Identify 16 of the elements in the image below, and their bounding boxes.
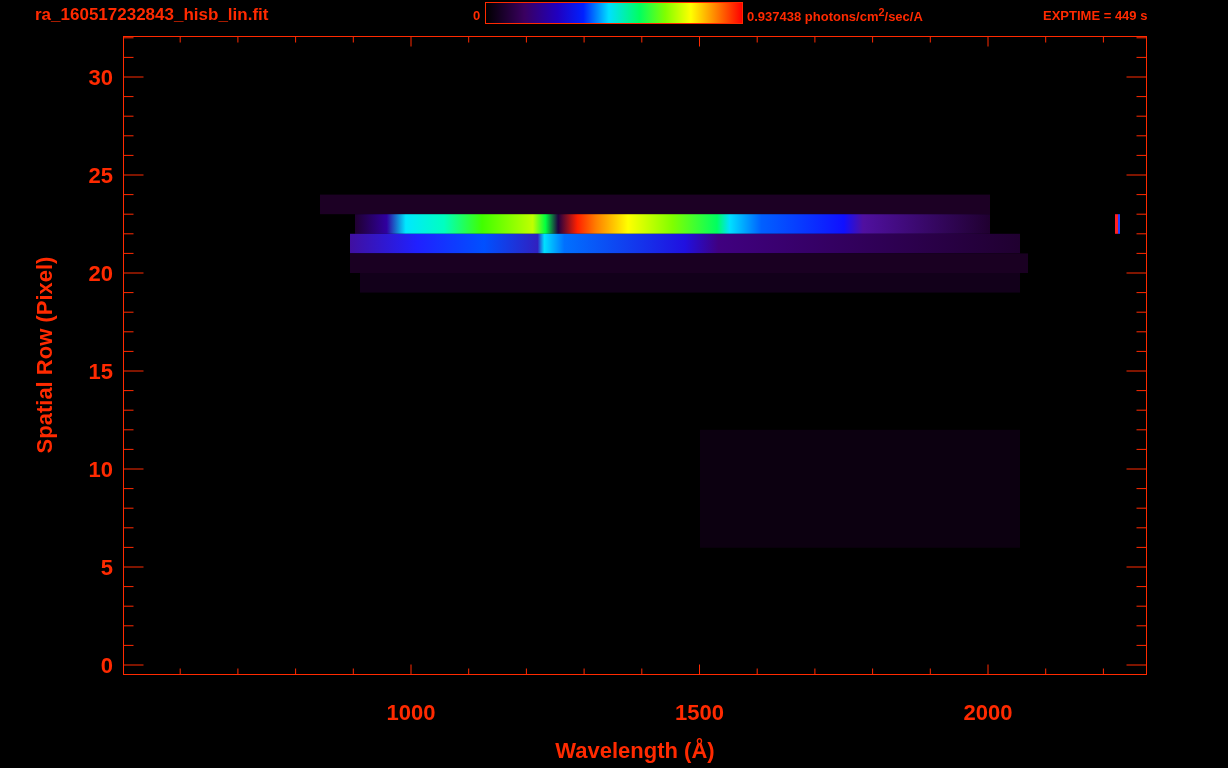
y-tick-label: 20 — [88, 261, 113, 286]
y-tick-label: 5 — [100, 555, 113, 580]
x-tick-label: 1000 — [386, 700, 436, 725]
file-name: ra_160517232843_hisb_lin.fit — [35, 5, 270, 25]
x-tick-label: 2000 — [963, 700, 1013, 725]
y-tick-label: 10 — [88, 457, 113, 482]
x-axis-title: Wavelength (Å) — [555, 738, 715, 763]
exposure-time: EXPTIME = 449 s — [1043, 7, 1148, 23]
y-tick-label: 15 — [88, 359, 113, 384]
y-axis-title: Spatial Row (Pixel) — [32, 256, 57, 454]
colorbar-max-label: 0.937438 photons/cm$^{2}$/sec/A — [747, 5, 924, 25]
y-tick-label: 25 — [88, 163, 113, 188]
x-tick-label: 1500 — [675, 700, 724, 725]
y-tick-label: 0 — [100, 653, 113, 678]
colorbar-min-label: 0 — [473, 7, 482, 23]
y-tick-label: 30 — [88, 65, 113, 90]
